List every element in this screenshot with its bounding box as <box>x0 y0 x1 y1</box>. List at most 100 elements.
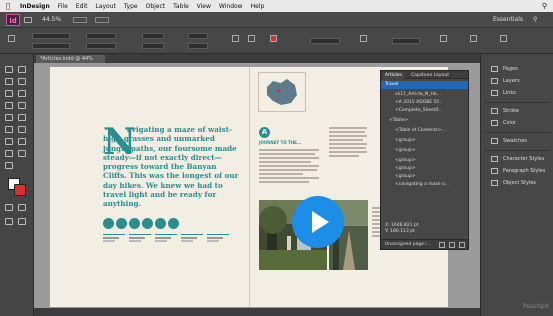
type-tool-icon[interactable] <box>5 90 13 97</box>
menu-view[interactable]: View <box>193 3 215 10</box>
article-item[interactable]: <A 2015 ADOBE SY... <box>395 99 443 107</box>
apply-none-icon[interactable] <box>18 204 26 211</box>
selection-tool-icon[interactable] <box>5 66 13 73</box>
article-item[interactable]: <group> <box>395 137 416 145</box>
help-search-icon[interactable]: ⚲ <box>533 16 543 23</box>
menu-edit[interactable]: Edit <box>72 3 92 10</box>
line-tool-icon[interactable] <box>18 90 26 97</box>
fill-swatch-icon[interactable] <box>270 35 277 42</box>
shear-field[interactable] <box>188 43 208 49</box>
menu-object[interactable]: Object <box>142 3 170 10</box>
normal-view-icon[interactable] <box>5 218 13 225</box>
scissors-tool-icon[interactable] <box>5 126 13 133</box>
links-panel-button[interactable]: Links <box>481 88 553 98</box>
menu-indesign[interactable]: InDesign <box>16 3 54 10</box>
pencil-tool-icon[interactable] <box>18 102 26 109</box>
watermark-text: Peachpit <box>523 303 549 310</box>
x-position-field[interactable] <box>32 33 70 39</box>
swatches-panel-button[interactable]: Swatches <box>481 136 553 146</box>
rectangle-frame-tool-icon[interactable] <box>5 114 13 121</box>
direct-selection-tool-icon[interactable] <box>18 66 26 73</box>
flip-icon[interactable] <box>248 35 255 42</box>
add-article-icon[interactable] <box>439 242 445 248</box>
rectangle-tool-icon[interactable] <box>18 114 26 121</box>
article-item[interactable]: <group> <box>395 147 416 155</box>
reference-point-icon[interactable] <box>8 35 15 42</box>
articles-panel-tabs: Articles Capstone Layout <box>381 71 468 79</box>
apple-icon[interactable]:  <box>0 2 16 10</box>
bridge-icon[interactable] <box>24 16 32 23</box>
articles-panel: Articles Capstone Layout Travel xk11_Art… <box>380 70 469 250</box>
article-item[interactable]: <group> <box>395 157 416 165</box>
menu-help[interactable]: Help <box>247 3 269 10</box>
pen-tool-icon[interactable] <box>5 102 13 109</box>
article-item[interactable]: <group> <box>395 165 416 173</box>
map-frame[interactable] <box>258 72 306 112</box>
document-tab[interactable]: *Articles.indd @ 44% <box>36 55 105 63</box>
article-item[interactable]: <Table> <box>389 117 408 125</box>
layers-icon <box>491 78 498 84</box>
scale-x-field[interactable] <box>142 33 164 39</box>
menu-table[interactable]: Table <box>169 3 193 10</box>
layers-panel-button[interactable]: Layers <box>481 76 553 86</box>
workspace-switcher[interactable]: Essentials <box>483 16 533 23</box>
align-icon[interactable] <box>500 35 507 42</box>
object-styles-panel-button[interactable]: Object Styles <box>481 178 553 188</box>
rotation-field[interactable] <box>188 33 208 39</box>
journey-subhead: JOURNEY TO THE... <box>259 140 302 145</box>
stroke-weight-field[interactable] <box>310 38 340 44</box>
color-panel-button[interactable]: Color <box>481 118 553 128</box>
hand-tool-icon[interactable] <box>18 150 26 157</box>
status-bar <box>34 308 480 316</box>
tab-capstone-layout[interactable]: Capstone Layout <box>409 72 451 79</box>
article-row-travel[interactable]: Travel <box>381 81 468 89</box>
effects-icon[interactable] <box>360 35 367 42</box>
stroke-icon <box>491 108 498 114</box>
gradient-tool-icon[interactable] <box>5 138 13 145</box>
trash-icon[interactable] <box>459 242 465 248</box>
eyedropper-tool-icon[interactable] <box>5 150 13 157</box>
view-options-icon[interactable] <box>73 16 88 23</box>
rotate-icon[interactable] <box>232 35 239 42</box>
new-article-icon[interactable] <box>449 242 455 248</box>
article-item[interactable]: <group> <box>395 173 416 181</box>
play-video-button[interactable] <box>292 196 344 248</box>
circle-icon <box>142 218 153 229</box>
links-icon <box>491 90 498 96</box>
headline-frame[interactable]: N avigating a maze of waist-high grasses… <box>103 124 240 208</box>
preview-view-icon[interactable] <box>18 218 26 225</box>
articles-panel-footer: Unassigned page i... <box>381 239 468 249</box>
height-field[interactable] <box>86 43 116 49</box>
y-position-field[interactable] <box>32 43 70 49</box>
apply-color-icon[interactable] <box>5 204 13 211</box>
control-panel <box>0 28 553 54</box>
scale-y-field[interactable] <box>142 43 164 49</box>
stroke-panel-button[interactable]: Stroke <box>481 106 553 116</box>
page-tool-icon[interactable] <box>5 78 13 85</box>
menu-file[interactable]: File <box>54 3 72 10</box>
width-field[interactable] <box>86 33 116 39</box>
gap-tool-icon[interactable] <box>18 78 26 85</box>
paragraph-styles-panel-button[interactable]: Paragraph Styles <box>481 166 553 176</box>
article-item[interactable]: <Complete_Sheet0... <box>395 107 443 115</box>
article-item[interactable]: <navigating a maze o... <box>395 181 449 189</box>
zoom-tool-icon[interactable] <box>5 162 13 169</box>
article-item[interactable]: <Table of Contents>... <box>395 127 446 135</box>
pages-panel-button[interactable]: Pages <box>481 64 553 74</box>
menu-window[interactable]: Window <box>215 3 247 10</box>
character-styles-panel-button[interactable]: Character Styles <box>481 154 553 164</box>
article-item[interactable]: xk11_Article_N_Ho... <box>395 91 441 99</box>
menu-type[interactable]: Type <box>120 3 142 10</box>
spotlight-search-icon[interactable]: ⚲ <box>542 2 553 10</box>
fitting-icon[interactable] <box>470 35 477 42</box>
opacity-field[interactable] <box>392 38 420 44</box>
menu-layout[interactable]: Layout <box>91 3 119 10</box>
tab-articles[interactable]: Articles <box>383 72 404 79</box>
text-wrap-icon[interactable] <box>440 35 447 42</box>
stroke-color-icon[interactable] <box>14 184 26 196</box>
screen-mode-icon[interactable] <box>95 16 110 23</box>
zoom-level-select[interactable]: 44.5% <box>36 16 67 23</box>
note-tool-icon[interactable] <box>18 138 26 145</box>
free-transform-tool-icon[interactable] <box>18 126 26 133</box>
icon-circles-group[interactable] <box>103 218 193 231</box>
